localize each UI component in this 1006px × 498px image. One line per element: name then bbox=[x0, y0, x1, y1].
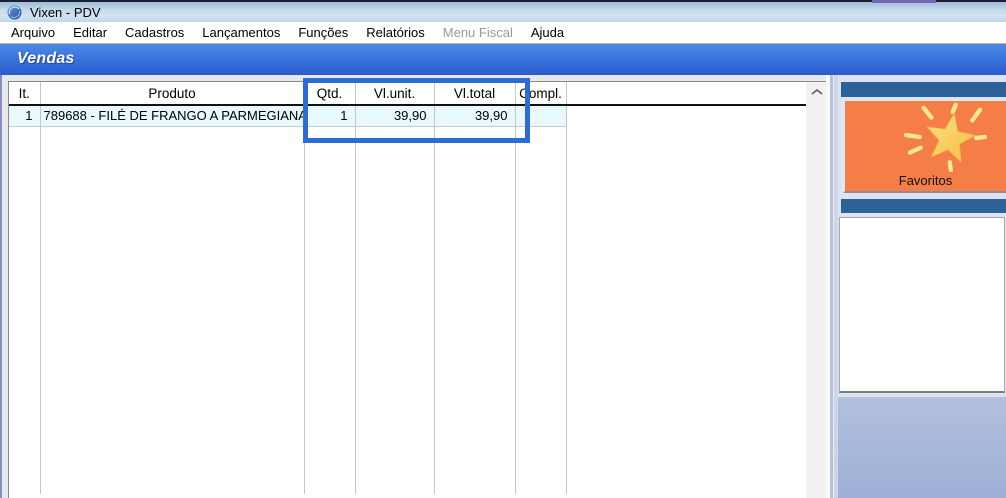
menu-item-ajuda[interactable]: Ajuda bbox=[522, 22, 573, 43]
sparkle-star-icon bbox=[893, 102, 998, 172]
sidebar-middle-bar bbox=[841, 199, 1006, 213]
menu-item-cadastros[interactable]: Cadastros bbox=[116, 22, 193, 43]
titlebar: Vixen - PDV bbox=[0, 0, 1006, 22]
sales-grid-panel: It. Produto Qtd. Vl.unit. Vl.total Compl… bbox=[8, 81, 828, 498]
sidebar-display-panel bbox=[839, 217, 1005, 393]
sidebar-top-bar bbox=[841, 82, 1006, 97]
app-window: { "window": { "title": "Vixen - PDV" }, … bbox=[0, 0, 1006, 498]
sidebar-bottom-area bbox=[838, 397, 1006, 498]
menu-bar: Arquivo Editar Cadastros Lançamentos Fun… bbox=[0, 22, 1006, 44]
sidebar: Favoritos bbox=[838, 75, 1006, 498]
menu-item-funcoes[interactable]: Funções bbox=[289, 22, 357, 43]
sales-table: It. Produto Qtd. Vl.unit. Vl.total Compl… bbox=[9, 82, 806, 494]
col-header-produto: Produto bbox=[40, 82, 304, 105]
chevron-up-icon bbox=[809, 87, 825, 97]
favorites-button[interactable]: Favoritos bbox=[843, 100, 1006, 193]
vertical-scrollbar[interactable] bbox=[806, 82, 828, 498]
cell-filler bbox=[566, 105, 806, 126]
menu-item-arquivo[interactable]: Arquivo bbox=[2, 22, 64, 43]
panel-divider-strip bbox=[830, 75, 833, 498]
favorites-button-label: Favoritos bbox=[845, 173, 1006, 188]
menu-item-lancamentos[interactable]: Lançamentos bbox=[193, 22, 289, 43]
col-header-filler bbox=[566, 82, 806, 105]
window-left-border bbox=[0, 75, 2, 498]
scroll-up-button[interactable] bbox=[806, 82, 828, 101]
page-header: Vendas bbox=[0, 44, 1006, 75]
app-icon[interactable] bbox=[7, 5, 22, 20]
window-title: Vixen - PDV bbox=[30, 5, 101, 20]
page-title: Vendas bbox=[0, 44, 1006, 74]
cell-it: 1 bbox=[9, 105, 40, 126]
empty-grid-area bbox=[9, 126, 806, 494]
titlebar-edge-artifact bbox=[872, 0, 936, 3]
cell-produto: 789688 - FILÉ DE FRANGO A PARMEGIANA bbox=[40, 105, 304, 126]
menu-item-menu-fiscal: Menu Fiscal bbox=[434, 22, 522, 43]
menu-item-editar[interactable]: Editar bbox=[64, 22, 116, 43]
menu-item-relatorios[interactable]: Relatórios bbox=[357, 22, 434, 43]
col-header-it: It. bbox=[9, 82, 40, 105]
selection-highlight-box bbox=[303, 78, 530, 143]
